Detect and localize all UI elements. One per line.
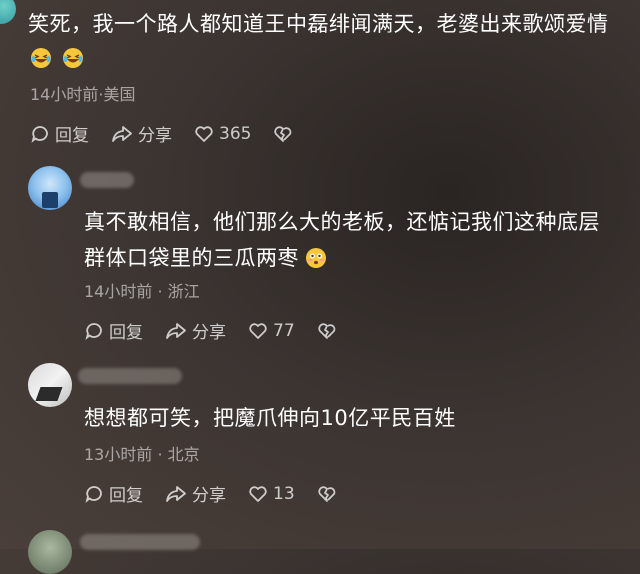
comment-emojis: [30, 47, 84, 69]
reply-label: 回复: [109, 323, 143, 343]
avatar[interactable]: [28, 530, 72, 574]
comment-meta: 14小时前·美国: [30, 85, 136, 104]
reply-button[interactable]: 回复: [84, 318, 143, 343]
like-count: 365: [219, 123, 252, 144]
user-name-redacted[interactable]: [78, 368, 182, 384]
like-button[interactable]: 13: [248, 484, 295, 504]
laughing-crying-emoji: [63, 48, 83, 68]
comment-actions: 回复 分享 13: [84, 481, 364, 506]
share-button[interactable]: 分享: [111, 121, 172, 146]
reply-icon: [31, 125, 48, 143]
reply-icon: [85, 485, 102, 503]
comment-meta: 13小时前 · 北京: [84, 445, 200, 464]
like-button[interactable]: 365: [194, 124, 251, 144]
avatar[interactable]: [28, 166, 72, 210]
share-label: 分享: [138, 126, 172, 146]
comment-meta: 14小时前 · 浙江: [84, 282, 200, 301]
share-button[interactable]: 分享: [165, 481, 226, 506]
share-label: 分享: [192, 323, 226, 343]
share-icon: [112, 125, 132, 142]
broken-heart-icon: [317, 322, 335, 339]
reply-icon: [85, 322, 102, 340]
share-label: 分享: [192, 486, 226, 506]
user-name-redacted[interactable]: [80, 534, 200, 550]
heart-icon: [195, 125, 213, 142]
share-icon: [166, 485, 186, 502]
like-button[interactable]: 77: [248, 321, 295, 341]
user-name-redacted[interactable]: [80, 172, 134, 188]
comment-actions: 回复 分享 77: [84, 318, 364, 343]
avatar[interactable]: [0, 0, 16, 24]
flushed-emoji: [306, 248, 326, 268]
broken-heart-icon: [317, 485, 335, 502]
share-button[interactable]: 分享: [165, 318, 226, 343]
dislike-button[interactable]: [317, 484, 342, 504]
like-count: 13: [273, 483, 295, 504]
dislike-button[interactable]: [273, 124, 298, 144]
laughing-crying-emoji: [31, 48, 51, 68]
comment-text: 想想都可笑，把魔爪伸向10亿平民百姓: [84, 406, 456, 430]
avatar[interactable]: [28, 363, 72, 407]
heart-icon: [249, 485, 267, 502]
share-icon: [166, 322, 186, 339]
heart-icon: [249, 322, 267, 339]
reply-label: 回复: [109, 486, 143, 506]
broken-heart-icon: [274, 125, 292, 142]
comment-text: 笑死，我一个路人都知道王中磊绯闻满天，老婆出来歌颂爱情: [28, 12, 609, 36]
comment-actions: 回复 分享 365: [30, 121, 320, 146]
comment-text-line: 群体口袋里的三瓜两枣: [84, 246, 299, 270]
like-count: 77: [273, 320, 295, 341]
reply-button[interactable]: 回复: [30, 121, 89, 146]
comment-text: 真不敢相信，他们那么大的老板，还惦记我们这种底层: [84, 210, 600, 234]
comment-text: 群体口袋里的三瓜两枣: [84, 240, 327, 276]
reply-label: 回复: [55, 126, 89, 146]
dislike-button[interactable]: [317, 321, 342, 341]
reply-button[interactable]: 回复: [84, 481, 143, 506]
